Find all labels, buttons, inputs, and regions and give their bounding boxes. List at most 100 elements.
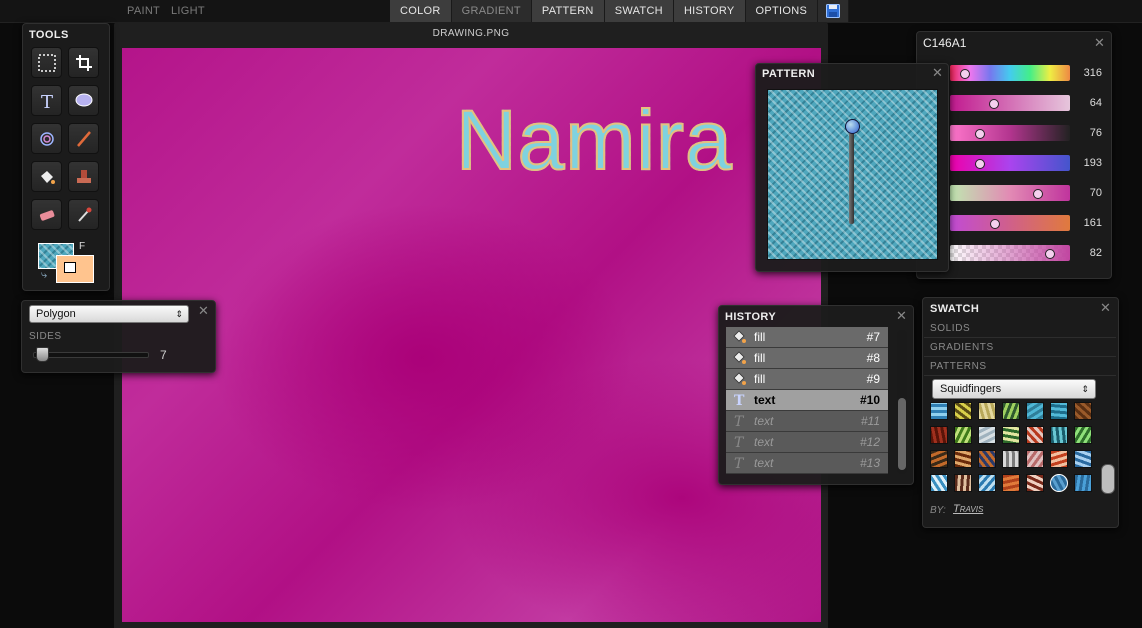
shape-select[interactable]: Polygon ⇕ [29,305,189,323]
pattern-swatch[interactable] [1002,426,1020,444]
swatch-section-solids[interactable]: SOLIDS [924,320,1116,338]
tab-pattern[interactable]: PATTERN [531,0,605,22]
ellipse-tool[interactable] [68,85,99,116]
history-item[interactable]: Ttext #11 [726,411,888,432]
pattern-swatch[interactable] [1050,402,1068,420]
lightness-slider[interactable] [950,125,1070,141]
history-item[interactable]: fill #7 [726,327,888,348]
pattern-swatch[interactable] [954,474,972,492]
select-arrows-icon: ⇕ [1081,384,1089,394]
close-icon[interactable]: ✕ [896,309,907,322]
tab-swatch[interactable]: SWATCH [604,0,674,22]
fill-tool[interactable] [31,161,62,192]
marquee-select-tool[interactable] [31,47,62,78]
tab-options[interactable]: OPTIONS [746,0,819,22]
green-slider[interactable] [950,185,1070,201]
eyedropper-tool[interactable] [68,199,99,230]
crop-tool[interactable] [68,47,99,78]
pattern-swatch[interactable] [978,402,996,420]
history-scrollbar-thumb[interactable] [898,398,906,470]
pattern-swatch[interactable] [1026,402,1044,420]
saturation-knob[interactable] [989,99,999,109]
hue-knob[interactable] [960,69,970,79]
spirograph-tool[interactable] [31,123,62,154]
close-icon[interactable]: ✕ [1094,36,1105,49]
tab-history[interactable]: HISTORY [673,0,746,22]
color-hex[interactable]: C146A1 [923,36,966,50]
pattern-swatch[interactable] [1026,474,1044,492]
close-icon[interactable]: ✕ [1100,301,1111,314]
pattern-swatch[interactable] [954,450,972,468]
stamp-tool[interactable] [68,161,99,192]
mode-light[interactable]: LIGHT [171,0,205,22]
pattern-set-select[interactable]: Squidfingers ⇕ [932,379,1096,399]
pattern-swatch[interactable] [1050,426,1068,444]
pattern-swatch[interactable] [930,402,948,420]
svg-text:T: T [734,435,745,448]
pattern-swatch[interactable] [1002,402,1020,420]
history-item[interactable]: fill #8 [726,348,888,369]
text-tool[interactable]: T [31,85,62,116]
fill-bucket-icon [40,170,55,184]
pattern-swatch[interactable] [978,474,996,492]
tools-title: TOOLS [29,29,69,41]
swatch-section-patterns[interactable]: PATTERNS [924,358,1116,376]
close-icon[interactable]: ✕ [198,304,209,317]
pattern-swatch[interactable] [1050,474,1068,492]
history-item-label: text [754,435,774,449]
history-item[interactable]: Ttext #10 [726,390,888,411]
blue-knob[interactable] [990,219,1000,229]
green-knob[interactable] [1033,189,1043,199]
pattern-swatch[interactable] [978,426,996,444]
lightness-knob[interactable] [975,129,985,139]
eyedropper-icon [77,207,91,222]
pattern-swatch[interactable] [1074,474,1092,492]
history-item[interactable]: Ttext #12 [726,432,888,453]
pattern-swatch[interactable] [978,450,996,468]
pattern-swatch[interactable] [1026,426,1044,444]
pattern-swatch[interactable] [930,450,948,468]
pattern-swatch[interactable] [1002,474,1020,492]
close-icon[interactable]: ✕ [932,66,943,79]
pattern-swatch[interactable] [1002,450,1020,468]
swap-colors-icon[interactable]: ⤷ [41,269,47,282]
sides-slider-track[interactable] [33,352,149,358]
swatch-author-link[interactable]: Travis [953,503,983,515]
pattern-swatch[interactable] [1074,450,1092,468]
alpha-knob[interactable] [1045,249,1055,259]
sides-slider-thumb[interactable] [36,347,49,362]
blue-slider[interactable] [950,215,1070,231]
swatch-section-gradients[interactable]: GRADIENTS [924,339,1116,357]
red-knob[interactable] [975,159,985,169]
pattern-swatch[interactable] [1074,402,1092,420]
red-slider[interactable] [950,155,1070,171]
mode-paint[interactable]: PAINT [127,0,160,22]
history-item[interactable]: fill #9 [726,369,888,390]
fill-swatch-marker [64,262,76,273]
canvas-text[interactable]: Namira [455,92,733,189]
pattern-swatch[interactable] [1074,426,1092,444]
pattern-swatch[interactable] [954,402,972,420]
text-icon: T [732,455,746,472]
pattern-swatch[interactable] [930,426,948,444]
pattern-swatch[interactable] [1050,450,1068,468]
pattern-swatch[interactable] [1026,450,1044,468]
tab-gradient[interactable]: GRADIENT [452,0,532,22]
eraser-tool[interactable] [31,199,62,230]
pattern-angle-knob[interactable] [845,119,860,134]
sides-value: 7 [160,348,167,362]
saturation-slider[interactable] [950,95,1070,111]
select-arrows-icon: ⇕ [175,309,183,319]
pattern-swatch[interactable] [930,474,948,492]
save-button[interactable] [818,0,850,22]
shape-select-value: Polygon [36,308,76,320]
brush-tool[interactable] [68,123,99,154]
history-item[interactable]: Ttext #13 [726,453,888,474]
tab-color[interactable]: COLOR [390,0,452,22]
text-icon: T [732,434,746,451]
hue-value: 316 [1083,67,1102,79]
alpha-value: 82 [1089,247,1102,259]
pattern-swatch[interactable] [954,426,972,444]
swatch-scrollbar-thumb[interactable] [1101,464,1115,494]
svg-text:T: T [734,456,745,469]
